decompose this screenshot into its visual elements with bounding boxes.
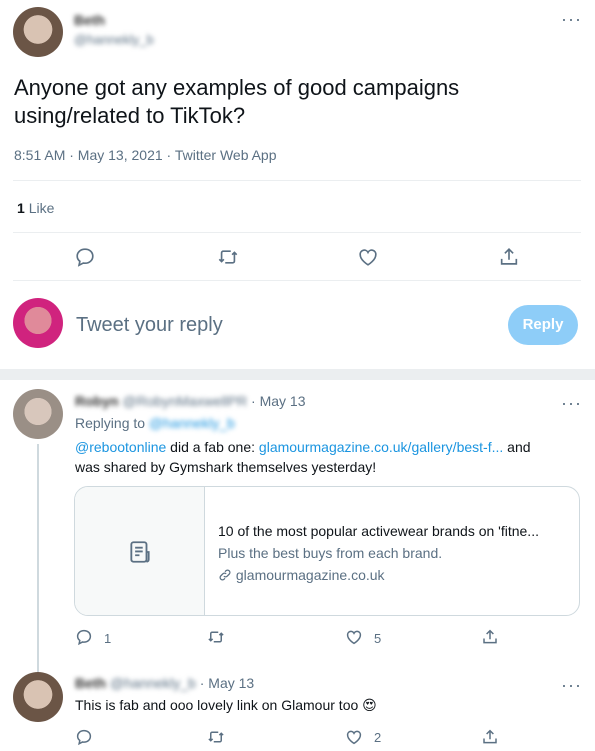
reply1-text-mid: did a fab one: (166, 439, 259, 455)
likes-label: Like (28, 200, 55, 216)
link-icon (218, 568, 232, 582)
reply1-text-line2: was shared by Gymshark themselves yester… (75, 459, 377, 475)
reply1-like-icon[interactable] (345, 628, 363, 646)
reply2-reply-icon[interactable] (75, 728, 93, 746)
divider (13, 180, 581, 181)
reply2-date[interactable]: · May 13 (200, 675, 254, 691)
main-tweet-timestamp[interactable]: 8:51 AM · May 13, 2021 · Twitter Web App (14, 147, 277, 163)
section-separator (0, 369, 595, 380)
reply1-replying-to: Replying to @hannekly_b (75, 415, 235, 431)
likes-summary[interactable]: 1 Like (17, 200, 54, 216)
main-tweet-text-line2: using/related to TikTok? (14, 103, 246, 128)
reply2-author-name[interactable]: Beth (75, 675, 106, 691)
document-icon (127, 539, 153, 565)
replying-to-label: Replying to (75, 415, 146, 431)
replying-to-handle[interactable]: @hannekly_b (149, 415, 235, 431)
reply2-share-icon[interactable] (481, 728, 499, 746)
reply2-header: Beth @hannekly_b · May 13 (75, 675, 254, 691)
more-options-icon[interactable]: ··· (561, 10, 582, 28)
reply1-reply-icon[interactable] (75, 628, 93, 646)
reply1-author-avatar[interactable] (13, 389, 63, 439)
reply1-header: Robyn @RobynMaxwellPR · May 13 (75, 393, 306, 409)
reply1-author-name[interactable]: Robyn (75, 393, 119, 409)
reply-button[interactable]: Reply (508, 305, 578, 345)
reply2-like-count: 2 (374, 730, 382, 745)
main-author-handle[interactable]: @hannekly_b (74, 32, 154, 47)
reply2-more-options-icon[interactable]: ··· (561, 676, 582, 694)
reply1-author-handle[interactable]: @RobynMaxwellPR (122, 393, 247, 409)
reply-input[interactable]: Tweet your reply (76, 314, 223, 337)
thread-line (37, 444, 39, 672)
main-tweet-text: Anyone got any examples of good campaign… (14, 74, 459, 130)
reply1-text-end: and (503, 439, 531, 455)
main-author-avatar[interactable] (13, 7, 63, 57)
reply2-author-handle[interactable]: @hannekly_b (110, 675, 196, 691)
reply2-like-icon[interactable] (345, 728, 363, 746)
link-card-domain-row: glamourmagazine.co.uk (218, 567, 385, 583)
link-card-thumbnail (75, 487, 205, 615)
article-link[interactable]: glamourmagazine.co.uk/gallery/best-f... (259, 439, 503, 455)
reply1-more-options-icon[interactable]: ··· (561, 394, 582, 412)
reply2-text: This is fab and ooo lovely link on Glamo… (75, 697, 359, 713)
link-card[interactable]: 10 of the most popular activewear brands… (74, 486, 580, 616)
link-card-title: 10 of the most popular activewear brands… (218, 523, 539, 539)
reply1-share-icon[interactable] (481, 628, 499, 646)
divider (13, 232, 581, 233)
reply2-retweet-icon[interactable] (207, 728, 225, 746)
main-author-name[interactable]: Beth (74, 12, 105, 28)
like-icon[interactable] (357, 246, 379, 268)
reply2-author-avatar[interactable] (13, 672, 63, 722)
heart-eyes-emoji: 😍 (362, 697, 377, 713)
main-tweet-text-line1: Anyone got any examples of good campaign… (14, 75, 460, 100)
current-user-avatar[interactable] (13, 298, 63, 348)
reply1-reply-count: 1 (104, 631, 112, 646)
retweet-icon[interactable] (217, 246, 239, 268)
likes-count: 1 (17, 200, 25, 216)
share-icon[interactable] (498, 246, 520, 268)
reply1-retweet-icon[interactable] (207, 628, 225, 646)
reply1-like-count: 5 (374, 631, 382, 646)
reply2-text-row: This is fab and ooo lovely link on Glamo… (75, 697, 377, 714)
link-card-domain: glamourmagazine.co.uk (235, 567, 385, 583)
reply1-date[interactable]: · May 13 (251, 393, 305, 409)
reply-icon[interactable] (74, 246, 96, 268)
mention-link[interactable]: @rebootonline (75, 439, 166, 455)
divider (13, 280, 581, 281)
reply1-text: @rebootonline did a fab one: glamourmaga… (75, 437, 580, 477)
link-card-description: Plus the best buys from each brand. (218, 545, 443, 561)
